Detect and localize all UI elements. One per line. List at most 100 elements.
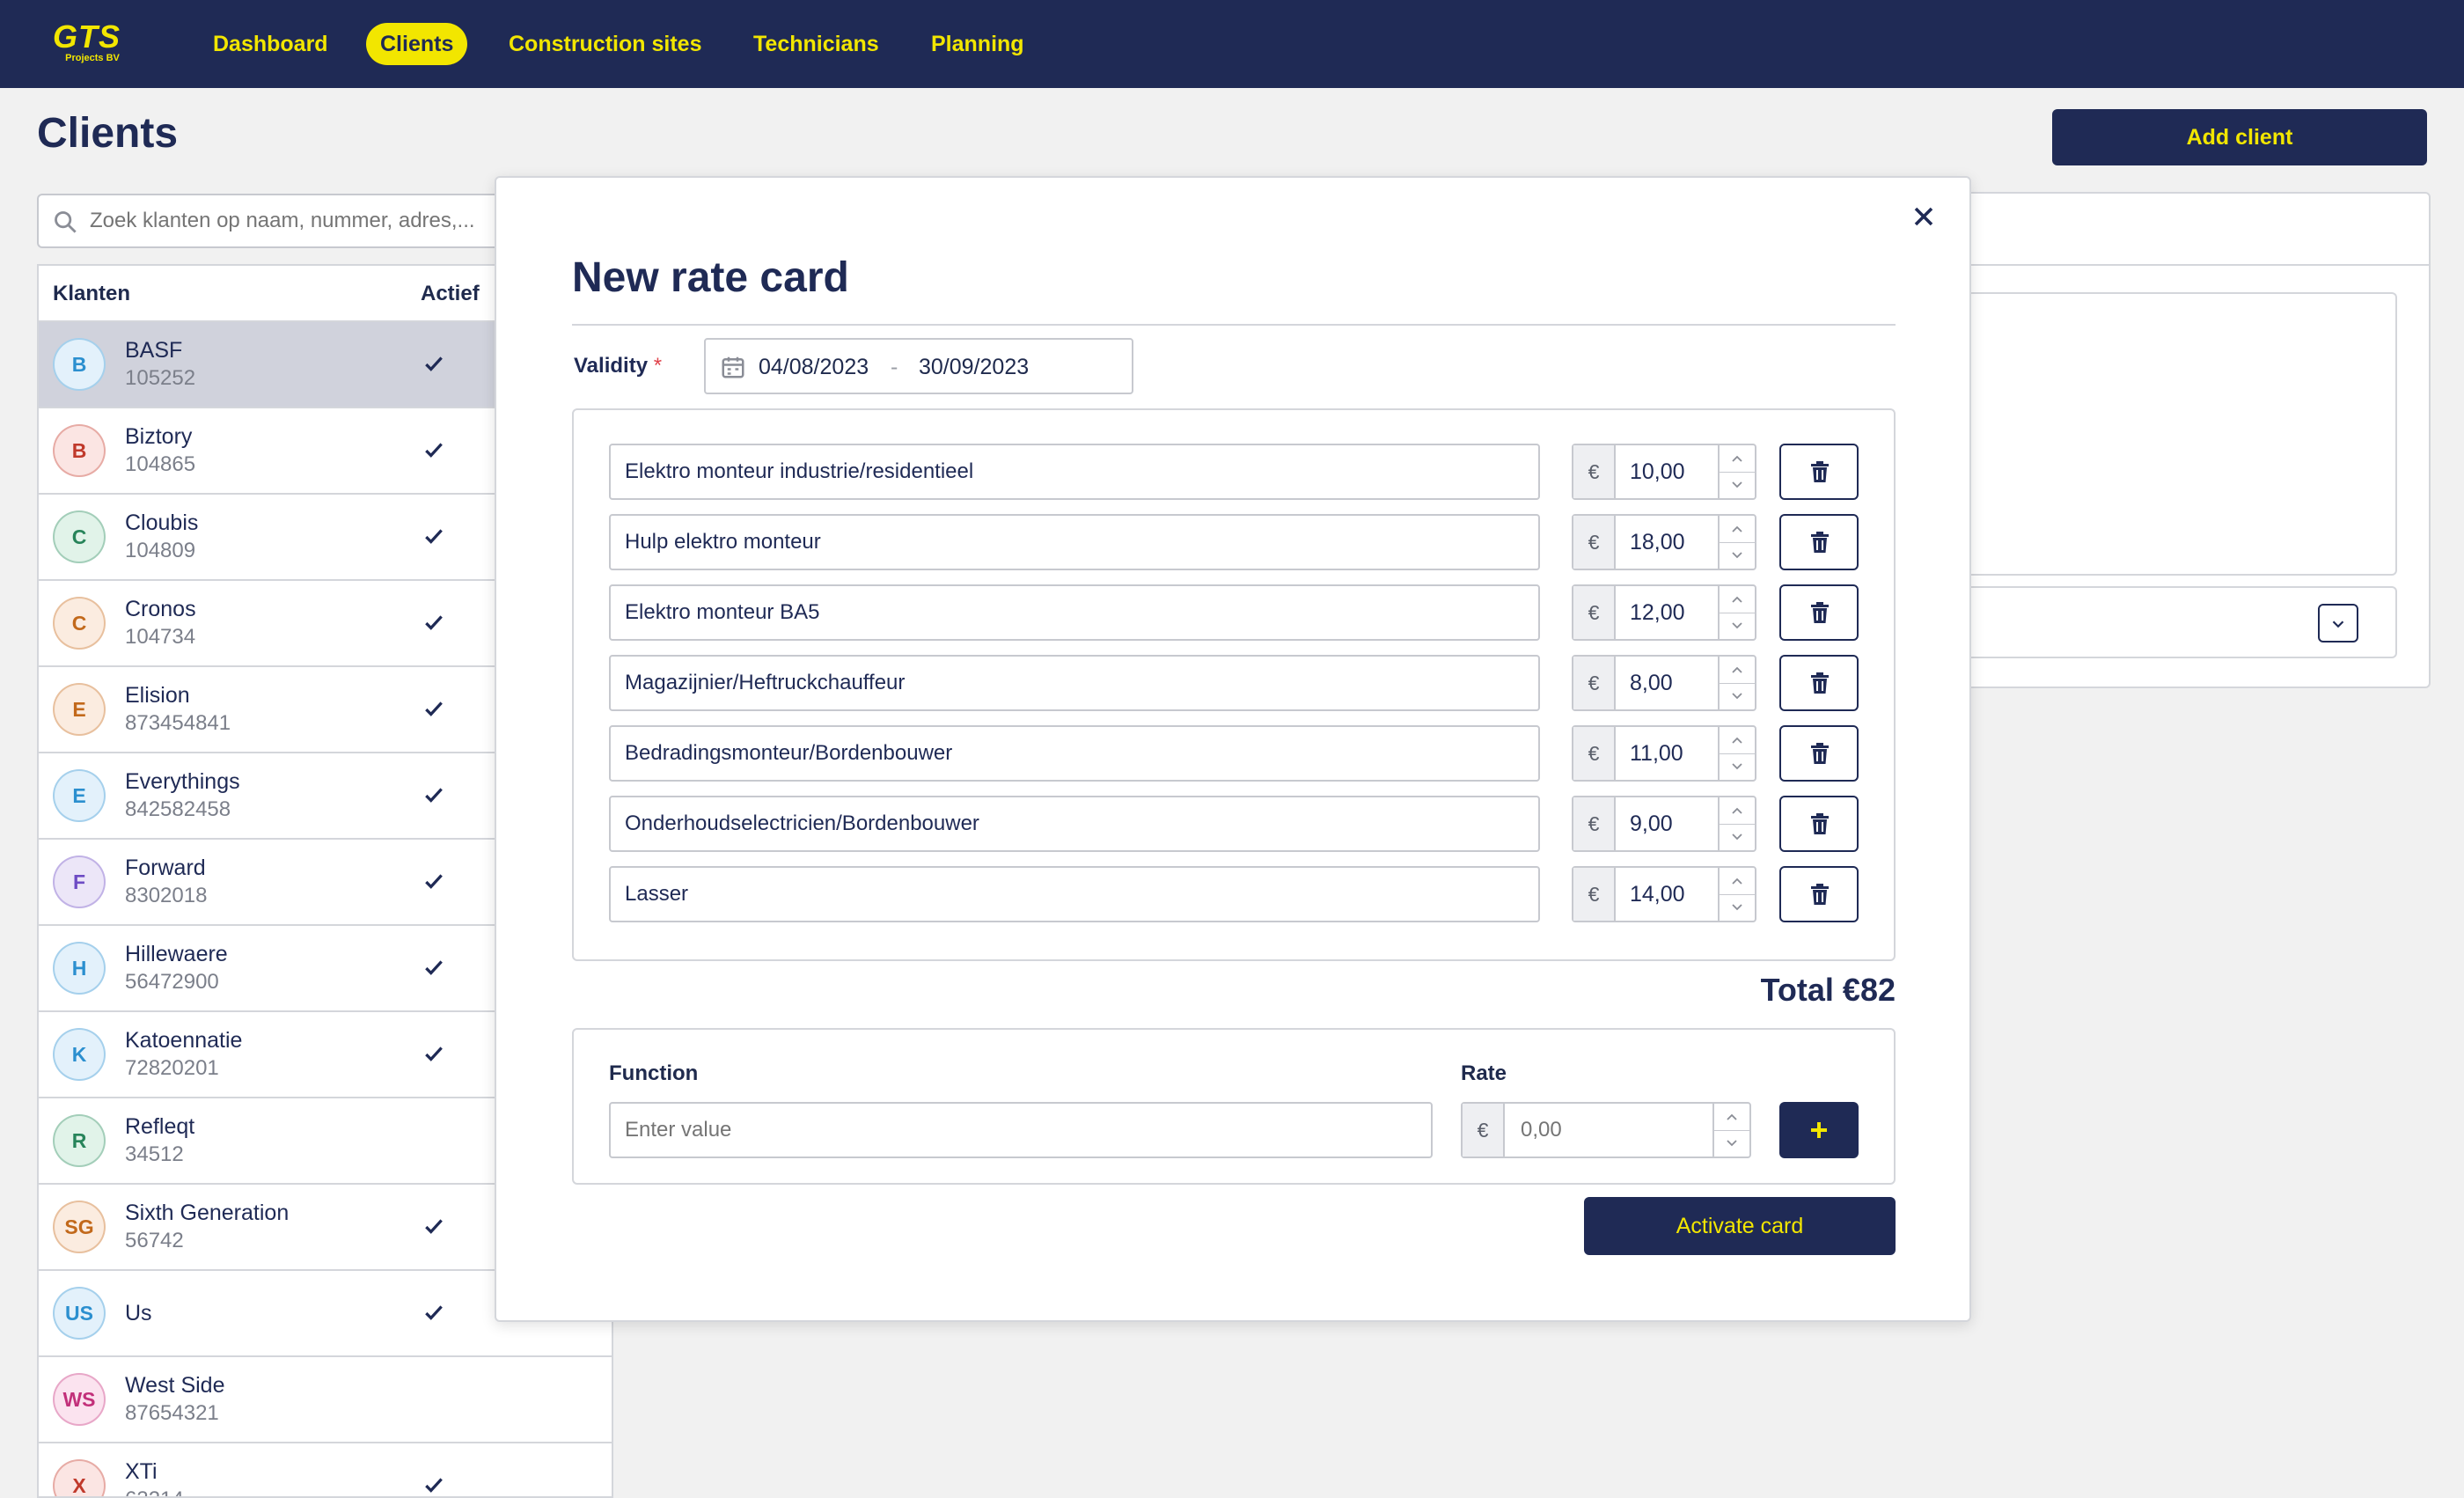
chevron-up-icon[interactable] <box>1731 454 1743 463</box>
delete-rate-button[interactable] <box>1779 725 1859 782</box>
rate-list: Elektro monteur industrie/residentieel €1… <box>572 408 1896 961</box>
check-icon <box>425 1478 443 1493</box>
avatar: B <box>53 424 106 477</box>
close-icon[interactable] <box>1908 201 1940 232</box>
chevron-down-icon[interactable] <box>1731 692 1743 701</box>
rate-input[interactable]: 9,00 <box>1630 797 1673 850</box>
nav-clients[interactable]: Clients <box>366 23 468 65</box>
function-input[interactable]: Bedradingsmonteur/Bordenbouwer <box>609 725 1540 782</box>
delete-rate-button[interactable] <box>1779 444 1859 500</box>
chevron-down-icon[interactable] <box>1726 1139 1738 1148</box>
avatar: US <box>53 1287 106 1340</box>
validity-date-range[interactable]: 04/08/2023 - 30/09/2023 <box>704 338 1133 394</box>
delete-rate-button[interactable] <box>1779 514 1859 570</box>
chevron-down-icon[interactable] <box>1731 621 1743 630</box>
new-rate-card-modal: New rate card Validity * 04/08/2023 - 30… <box>495 176 1971 1322</box>
rate-stepper[interactable] <box>1718 586 1755 639</box>
rate-input[interactable]: 18,00 <box>1630 516 1685 569</box>
rate-input[interactable]: 14,00 <box>1630 868 1685 921</box>
avatar: B <box>53 338 106 391</box>
rate-input[interactable]: 12,00 <box>1630 586 1685 639</box>
client-number: 34512 <box>125 1142 184 1166</box>
new-rate-input[interactable] <box>1507 1104 1709 1157</box>
chevron-up-icon[interactable] <box>1726 1112 1738 1121</box>
column-header-active[interactable]: Actief <box>421 282 480 306</box>
chevron-up-icon[interactable] <box>1731 595 1743 604</box>
nav-construction-sites[interactable]: Construction sites <box>495 23 715 65</box>
column-header-clients[interactable]: Klanten <box>53 282 130 306</box>
new-rate-field: € <box>1461 1102 1751 1158</box>
add-rate-button[interactable] <box>1779 1102 1859 1158</box>
rate-input[interactable]: 11,00 <box>1630 727 1683 780</box>
company-logo[interactable]: GTS Projects BV <box>53 21 132 64</box>
function-input[interactable]: Elektro monteur industrie/residentieel <box>609 444 1540 500</box>
chevron-down-icon[interactable] <box>1731 481 1743 489</box>
function-input[interactable]: Hulp elektro monteur <box>609 514 1540 570</box>
trash-icon <box>1811 532 1829 553</box>
chevron-up-icon[interactable] <box>1731 665 1743 674</box>
activate-card-button[interactable]: Activate card <box>1584 1197 1896 1255</box>
expand-button[interactable] <box>2318 604 2358 643</box>
check-icon <box>425 615 443 630</box>
client-number: 8302018 <box>125 884 208 907</box>
function-input[interactable]: Magazijnier/Heftruckchauffeur <box>609 655 1540 711</box>
function-input[interactable]: Lasser <box>609 866 1540 922</box>
client-number: 72820201 <box>125 1056 219 1080</box>
search-icon <box>55 211 77 233</box>
rate-row: Lasser €14,00 <box>609 866 1862 922</box>
plus-icon <box>1811 1122 1827 1138</box>
rate-stepper[interactable] <box>1718 445 1755 498</box>
avatar: C <box>53 510 106 563</box>
avatar: H <box>53 942 106 995</box>
chevron-up-icon[interactable] <box>1731 736 1743 745</box>
top-navbar: GTS Projects BV Dashboard Clients Constr… <box>0 0 2464 88</box>
rate-input[interactable]: 10,00 <box>1630 445 1685 498</box>
function-input[interactable]: Onderhoudselectricien/Bordenbouwer <box>609 796 1540 852</box>
client-name: Elision <box>125 683 190 708</box>
chevron-up-icon[interactable] <box>1731 525 1743 533</box>
rate-row: Hulp elektro monteur €18,00 <box>609 514 1862 570</box>
rate-stepper[interactable] <box>1718 727 1755 780</box>
rate-stepper[interactable] <box>1718 868 1755 921</box>
modal-divider <box>572 324 1896 326</box>
chevron-down-icon[interactable] <box>1731 551 1743 560</box>
nav-planning[interactable]: Planning <box>917 23 1038 65</box>
trash-icon <box>1811 672 1829 694</box>
nav-dashboard[interactable]: Dashboard <box>199 23 342 65</box>
chevron-up-icon[interactable] <box>1731 877 1743 885</box>
rate-row: Elektro monteur industrie/residentieel €1… <box>609 444 1862 500</box>
add-client-button[interactable]: Add client <box>2052 109 2427 165</box>
date-from[interactable]: 04/08/2023 <box>759 355 869 380</box>
modal-title: New rate card <box>572 254 849 301</box>
client-row[interactable]: X XTi 63214 <box>39 1443 612 1496</box>
chevron-down-icon[interactable] <box>1731 833 1743 841</box>
delete-rate-button[interactable] <box>1779 866 1859 922</box>
date-to[interactable]: 30/09/2023 <box>919 355 1029 380</box>
currency-addon: € <box>1573 797 1616 850</box>
chevron-down-icon[interactable] <box>1731 903 1743 912</box>
rate-input[interactable]: 8,00 <box>1630 657 1673 709</box>
rate-row: Bedradingsmonteur/Bordenbouwer €11,00 <box>609 725 1862 782</box>
client-name: Katoennatie <box>125 1028 243 1053</box>
delete-rate-button[interactable] <box>1779 796 1859 852</box>
client-name: Refleqt <box>125 1114 195 1139</box>
function-input[interactable]: Elektro monteur BA5 <box>609 584 1540 641</box>
client-name: Us <box>125 1301 152 1325</box>
nav-technicians[interactable]: Technicians <box>739 23 893 65</box>
new-function-input[interactable] <box>609 1102 1433 1158</box>
chevron-up-icon[interactable] <box>1731 806 1743 815</box>
rate-row: Onderhoudselectricien/Bordenbouwer €9,00 <box>609 796 1862 852</box>
rate-stepper[interactable] <box>1712 1104 1749 1157</box>
rate-stepper[interactable] <box>1718 657 1755 709</box>
check-icon <box>425 443 443 458</box>
client-number: 105252 <box>125 366 196 390</box>
chevron-down-icon[interactable] <box>1731 762 1743 771</box>
rate-field: €10,00 <box>1572 444 1756 500</box>
delete-rate-button[interactable] <box>1779 655 1859 711</box>
detail-box <box>1962 292 2397 576</box>
rate-stepper[interactable] <box>1718 797 1755 850</box>
rate-stepper[interactable] <box>1718 516 1755 569</box>
delete-rate-button[interactable] <box>1779 584 1859 641</box>
client-row[interactable]: WS West Side 87654321 <box>39 1357 612 1443</box>
rate-row: Magazijnier/Heftruckchauffeur €8,00 <box>609 655 1862 711</box>
